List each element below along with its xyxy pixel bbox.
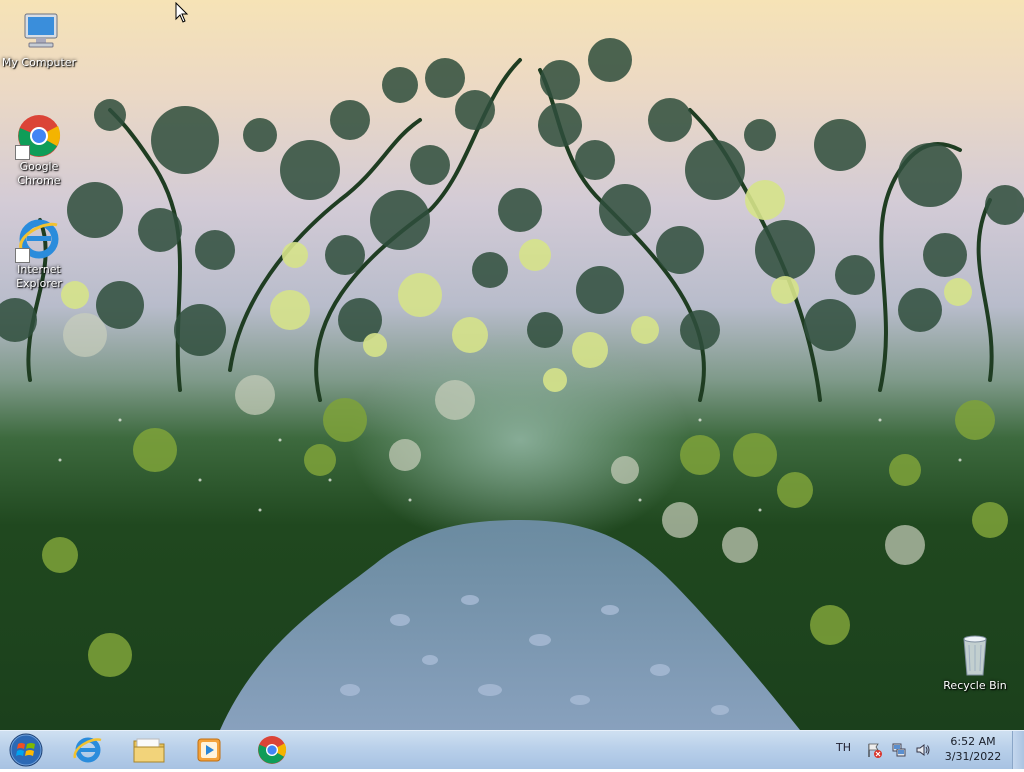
start-button[interactable] xyxy=(6,732,46,768)
desktop-icon-recycle-bin[interactable]: Recycle Bin xyxy=(936,631,1014,693)
show-desktop-button[interactable] xyxy=(1012,731,1024,769)
internet-explorer-icon xyxy=(73,737,102,763)
desktop-icon-internet-explorer[interactable]: Internet Explorer xyxy=(0,215,78,291)
desktop-icon-label: Google Chrome xyxy=(17,160,61,187)
shortcut-arrow-icon xyxy=(15,145,30,160)
folder-icon xyxy=(133,738,165,763)
shortcut-arrow-icon xyxy=(15,248,30,263)
start-orb-icon xyxy=(9,733,43,767)
desktop-wallpaper[interactable]: My Computer Google Chrome Internet Explo… xyxy=(0,0,1024,730)
wallpaper-art xyxy=(0,38,1024,730)
desktop-icon-label: Internet Explorer xyxy=(16,263,62,290)
mouse-cursor-icon xyxy=(175,2,189,23)
chrome-icon xyxy=(258,736,287,764)
taskbar: TH 6:52 AM 3/31/2022 xyxy=(0,730,1024,769)
taskbar-app-internet-explorer[interactable] xyxy=(60,732,116,768)
recycle-bin-icon xyxy=(951,631,999,679)
taskbar-app-media-player[interactable] xyxy=(181,732,237,768)
clock-time: 6:52 AM xyxy=(950,735,996,748)
chrome-icon xyxy=(15,112,63,160)
clock-date: 3/31/2022 xyxy=(944,750,1002,763)
volume-icon[interactable] xyxy=(915,742,931,758)
desktop-icon-google-chrome[interactable]: Google Chrome xyxy=(0,112,78,188)
internet-explorer-icon xyxy=(15,215,63,263)
desktop-icon-my-computer[interactable]: My Computer xyxy=(0,8,78,70)
taskbar-app-windows-explorer[interactable] xyxy=(121,732,177,768)
media-player-icon xyxy=(197,738,221,762)
taskbar-app-google-chrome[interactable] xyxy=(244,732,300,768)
system-clock[interactable]: 6:52 AM 3/31/2022 xyxy=(940,734,1006,764)
input-language-indicator[interactable]: TH xyxy=(836,741,851,754)
action-center-flag-icon[interactable] xyxy=(866,742,882,758)
my-computer-icon xyxy=(15,8,63,56)
desktop-icon-label: Recycle Bin xyxy=(943,679,1007,692)
desktop-icon-label: My Computer xyxy=(1,56,77,69)
network-icon[interactable] xyxy=(891,742,907,758)
